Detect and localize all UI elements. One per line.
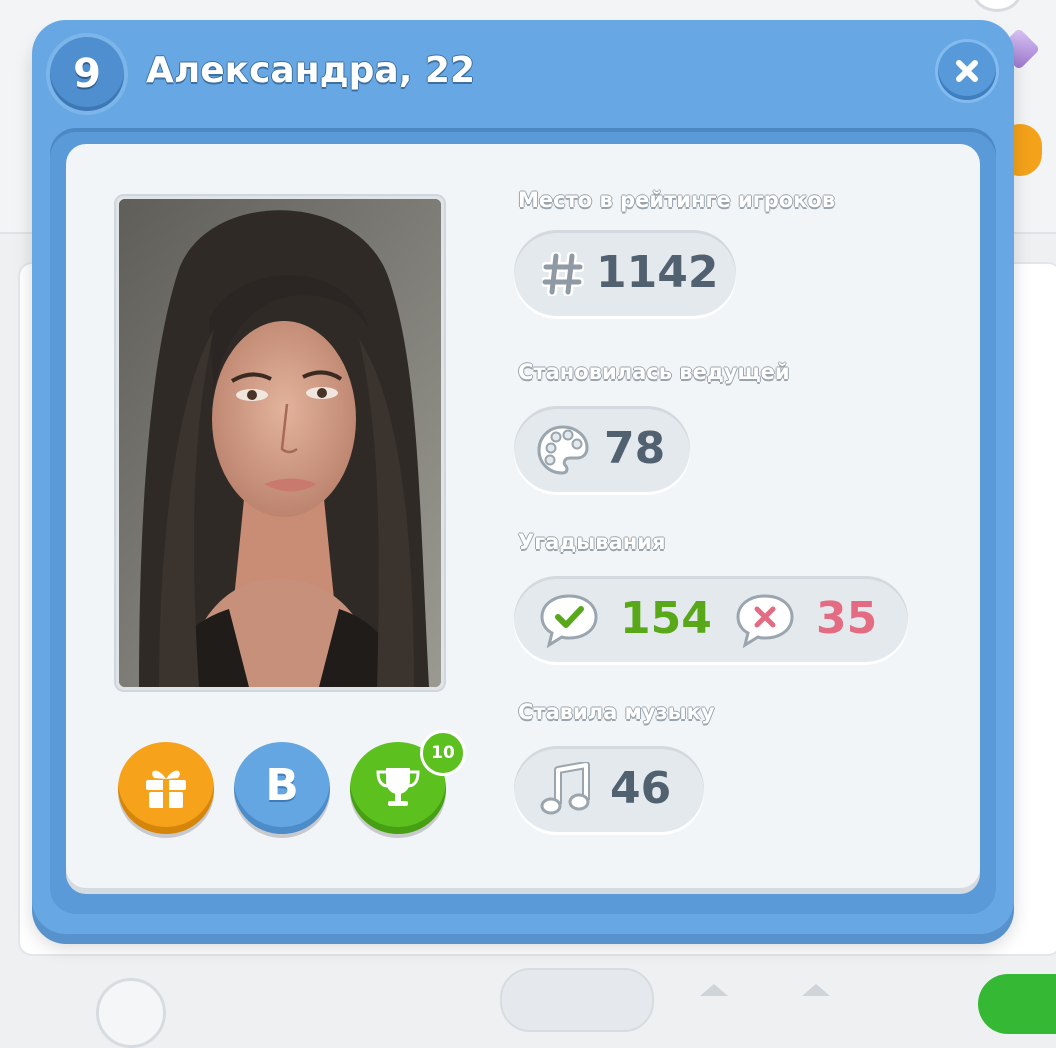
background-pill-button bbox=[500, 968, 654, 1032]
close-button[interactable] bbox=[938, 42, 996, 100]
vk-profile-button[interactable]: B bbox=[234, 742, 330, 834]
host-pill: 78 bbox=[514, 406, 690, 492]
achievements-count-badge: 10 bbox=[420, 730, 466, 776]
host-label: Становилась ведущей bbox=[518, 360, 790, 384]
music-value: 46 bbox=[610, 763, 672, 814]
rating-value: 1142 bbox=[596, 247, 719, 298]
rating-pill: 1142 bbox=[514, 230, 736, 316]
palette-icon bbox=[537, 425, 589, 475]
background-arrow-icon bbox=[700, 984, 728, 996]
profile-dialog: 9 Александра, 22 B 10 Место в рейтинге и… bbox=[32, 20, 1014, 934]
gift-button[interactable] bbox=[118, 742, 214, 834]
close-icon bbox=[956, 60, 978, 82]
wrong-guesses-value: 35 bbox=[816, 593, 878, 644]
portrait-illustration bbox=[119, 199, 441, 687]
profile-photo[interactable] bbox=[119, 199, 441, 687]
music-label: Ставила музыку bbox=[518, 700, 715, 724]
level-badge: 9 bbox=[50, 37, 124, 111]
check-bubble-icon bbox=[540, 594, 598, 648]
hash-icon bbox=[542, 252, 584, 296]
guesses-pill: 154 35 bbox=[514, 576, 908, 662]
background-green-button bbox=[978, 974, 1056, 1034]
gift-icon bbox=[146, 770, 186, 808]
rating-label: Место в рейтинге игроков bbox=[518, 188, 836, 212]
music-pill: 46 bbox=[514, 746, 704, 832]
correct-guesses-value: 154 bbox=[620, 593, 712, 644]
dialog-title-bar: 9 Александра, 22 bbox=[32, 20, 1014, 130]
photo-frame bbox=[114, 194, 446, 692]
dialog-body-frame: B 10 Место в рейтинге игроков 1142 Стано… bbox=[50, 128, 996, 914]
dialog-title: Александра, 22 bbox=[146, 50, 476, 91]
background-arrow-icon bbox=[802, 984, 830, 996]
guesses-label: Угадывания bbox=[518, 530, 666, 554]
music-note-icon bbox=[540, 762, 590, 815]
vk-label: B bbox=[265, 760, 299, 811]
trophy-icon bbox=[376, 768, 420, 806]
host-value: 78 bbox=[604, 423, 666, 474]
profile-card: B 10 Место в рейтинге игроков 1142 Стано… bbox=[66, 144, 980, 888]
cross-bubble-icon bbox=[736, 594, 794, 648]
background-circle-button bbox=[96, 978, 166, 1048]
